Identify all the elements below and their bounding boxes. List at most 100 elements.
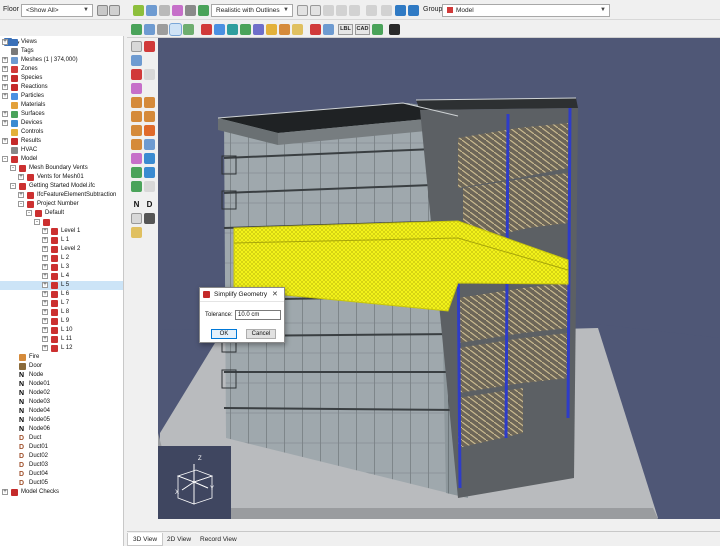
ok-button[interactable]: OK (211, 329, 237, 339)
smoke-icon[interactable] (185, 5, 196, 16)
room-icon[interactable] (131, 125, 142, 136)
expand-icon[interactable]: + (42, 273, 48, 279)
expand-icon[interactable]: + (42, 318, 48, 324)
image-icon[interactable] (372, 24, 383, 35)
mesh-tool-icon[interactable] (131, 83, 142, 94)
3d-viewport[interactable]: Z Y X (158, 38, 720, 519)
expand-icon[interactable]: + (42, 291, 48, 297)
expand-icon[interactable]: + (42, 300, 48, 306)
collapse-icon[interactable]: - (10, 165, 16, 171)
close-icon[interactable]: ✕ (272, 290, 278, 298)
expand-icon[interactable]: + (42, 345, 48, 351)
render-mode-select[interactable]: Realistic with Outlines ▼ (211, 4, 293, 17)
expand-icon[interactable]: + (2, 93, 8, 99)
expand-icon[interactable]: + (2, 75, 8, 81)
duct-tool-icon[interactable]: D (144, 199, 155, 210)
slice-icon[interactable] (131, 181, 142, 192)
expand-icon[interactable]: + (2, 111, 8, 117)
collapse-icon[interactable]: - (18, 201, 24, 207)
open-icon[interactable] (146, 5, 157, 16)
new-icon[interactable] (133, 5, 144, 16)
cad-button[interactable]: CAD (355, 24, 370, 35)
select-icon[interactable] (131, 55, 142, 66)
floor-select[interactable]: <Show All> ▼ (21, 4, 93, 17)
mesh-lines-icon[interactable] (323, 24, 334, 35)
plane-icon[interactable] (144, 181, 155, 192)
door-tool-icon[interactable] (144, 139, 155, 150)
save-view-icon[interactable] (408, 5, 419, 16)
reset-view-icon[interactable] (381, 5, 392, 16)
expand-icon[interactable]: + (18, 174, 24, 180)
expand-icon[interactable]: + (42, 309, 48, 315)
probe-icon[interactable] (144, 213, 155, 224)
roam-icon[interactable] (323, 5, 334, 16)
floor-filter-button[interactable] (97, 5, 108, 16)
expand-icon[interactable]: + (2, 39, 8, 45)
grid-icon[interactable] (157, 24, 168, 35)
expand-icon[interactable]: + (2, 489, 8, 495)
sensor-icon[interactable] (144, 167, 155, 178)
tab-3d-view[interactable]: 3D View (127, 533, 164, 546)
view-select-icon[interactable] (198, 5, 209, 16)
mesh-icon[interactable] (310, 24, 321, 35)
shadows-icon[interactable] (279, 24, 290, 35)
expand-icon[interactable]: + (42, 228, 48, 234)
obstruction-icon[interactable] (131, 97, 142, 108)
move-icon[interactable] (131, 41, 142, 52)
transparency-icon[interactable] (227, 24, 238, 35)
expand-icon[interactable]: + (42, 255, 48, 261)
sprinkler-icon[interactable] (131, 167, 142, 178)
ruler-icon[interactable] (131, 227, 142, 238)
hole-icon[interactable] (144, 111, 155, 122)
walls-icon[interactable] (172, 5, 183, 16)
show-all-icon[interactable] (131, 24, 142, 35)
expand-icon[interactable]: + (42, 336, 48, 342)
eraser-icon[interactable] (144, 69, 155, 80)
expand-icon[interactable]: + (42, 237, 48, 243)
tolerance-input[interactable]: 10.0 cm (235, 310, 281, 320)
tab-2d-view[interactable]: 2D View (162, 533, 196, 546)
hide-icon[interactable] (144, 24, 155, 35)
expand-icon[interactable]: + (42, 264, 48, 270)
pan-icon[interactable] (336, 5, 347, 16)
labels-icon[interactable] (292, 24, 303, 35)
cancel-button[interactable]: Cancel (246, 329, 276, 339)
orbit-icon[interactable] (310, 5, 321, 16)
group-select[interactable]: Model ▼ (442, 4, 610, 17)
expand-icon[interactable]: + (2, 84, 8, 90)
thermo-icon[interactable] (144, 153, 155, 164)
tab-record-view[interactable]: Record View (195, 533, 242, 546)
fire-tool-icon[interactable] (144, 125, 155, 136)
expand-icon[interactable]: + (2, 66, 8, 72)
vent-icon[interactable] (131, 139, 142, 150)
node-tool-icon[interactable]: N (131, 199, 142, 210)
eyedropper-icon[interactable] (144, 41, 155, 52)
texture-icon[interactable] (183, 24, 194, 35)
quick-view-icon[interactable] (395, 5, 406, 16)
expand-icon[interactable]: + (42, 282, 48, 288)
floor-settings-button[interactable] (109, 5, 120, 16)
collapse-icon[interactable]: - (2, 156, 8, 162)
filter-icon[interactable] (159, 5, 170, 16)
expand-icon[interactable]: + (2, 120, 8, 126)
collapse-icon[interactable]: - (26, 210, 32, 216)
collapse-icon[interactable]: - (10, 183, 16, 189)
sketch-icon[interactable] (201, 24, 212, 35)
lbl-button[interactable]: LBL (338, 24, 353, 35)
device-tool-icon[interactable] (131, 153, 142, 164)
fill-icon[interactable] (214, 24, 225, 35)
expand-icon[interactable]: + (18, 192, 24, 198)
camera-icon[interactable] (389, 24, 400, 35)
collapse-icon[interactable]: - (34, 219, 40, 225)
rotate-icon[interactable] (131, 69, 142, 80)
lighting-icon[interactable] (253, 24, 264, 35)
zoom-icon[interactable] (349, 5, 360, 16)
expand-icon[interactable]: + (42, 246, 48, 252)
smooth-icon[interactable] (240, 24, 251, 35)
expand-icon[interactable]: + (2, 57, 8, 63)
axis-gizmo[interactable]: Z Y X (158, 446, 231, 519)
zoom-extents-icon[interactable] (366, 5, 377, 16)
wall-icon[interactable] (131, 111, 142, 122)
tree-item[interactable]: + L 5 (0, 281, 123, 290)
walls-color-icon[interactable] (266, 24, 277, 35)
